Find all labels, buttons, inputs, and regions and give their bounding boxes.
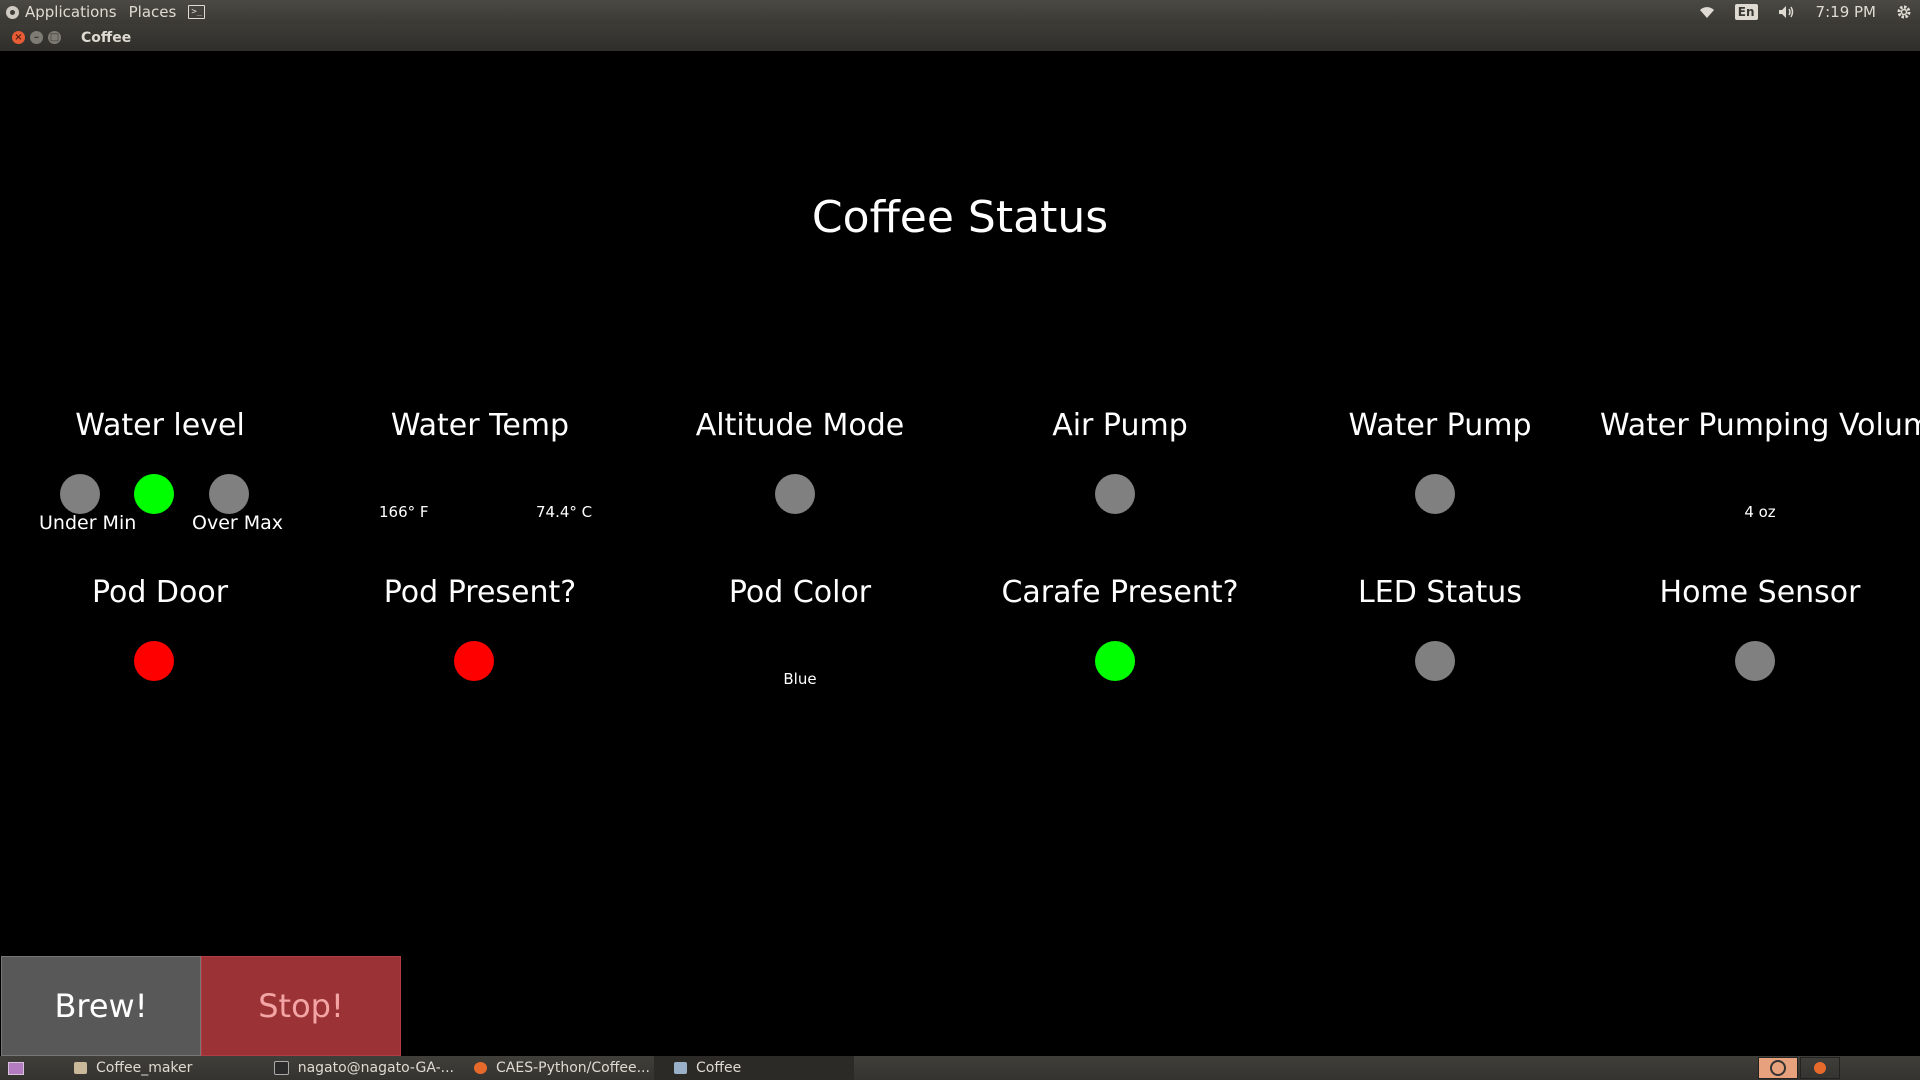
- water-pumping-volume-value: 4 oz: [1744, 503, 1776, 521]
- firefox-icon: [1814, 1062, 1826, 1074]
- system-tray: En 7:19 PM: [1679, 3, 1920, 21]
- task-label: CAES-Python/Coffee...: [496, 1060, 650, 1076]
- clock-time: 7:19 PM: [1815, 3, 1876, 21]
- water-temp-label: Water Temp: [390, 408, 570, 443]
- window-titlebar[interactable]: × – □ Coffee: [0, 24, 1920, 51]
- home-sensor-label: Home Sensor: [1659, 575, 1861, 610]
- close-icon[interactable]: ×: [12, 31, 25, 44]
- coffee-app: Coffee Status Water level Water Temp Alt…: [0, 51, 1920, 1056]
- led-status-cell: LED Status: [1280, 575, 1600, 610]
- carafe-present-cell: Carafe Present?: [960, 575, 1280, 610]
- under-min-label: Under Min: [39, 512, 137, 534]
- pod-door-cell: Pod Door: [0, 575, 320, 610]
- task-terminal[interactable]: nagato@nagato-GA-...: [254, 1056, 454, 1080]
- applications-icon: [6, 5, 19, 19]
- places-label: Places: [128, 3, 177, 21]
- pod-door-label: Pod Door: [91, 575, 229, 610]
- pod-door-indicator: [134, 641, 174, 681]
- task-label: nagato@nagato-GA-...: [297, 1060, 454, 1076]
- pod-present-indicator: [454, 641, 494, 681]
- water-level-label: Water level: [75, 408, 245, 443]
- water-pump-cell: Water Pump: [1280, 408, 1600, 443]
- water-level-ok-indicator: [134, 474, 174, 514]
- maximize-icon[interactable]: □: [48, 31, 61, 44]
- altitude-mode-label: Altitude Mode: [695, 408, 905, 443]
- brew-button[interactable]: Brew!: [1, 956, 201, 1056]
- pod-color-value: Blue: [783, 670, 817, 688]
- volume-icon[interactable]: [1778, 5, 1796, 19]
- water-level-over-max-indicator: [209, 474, 249, 514]
- top-panel: Applications Places >_ En 7:19 PM: [0, 0, 1920, 24]
- carafe-present-indicator: [1095, 641, 1135, 681]
- page-title: Coffee Status: [811, 192, 1109, 243]
- home-sensor-indicator: [1735, 641, 1775, 681]
- panel-menu: Applications Places >_: [0, 3, 217, 21]
- water-level-cell: Water level: [0, 408, 320, 443]
- home-sensor-cell: Home Sensor: [1600, 575, 1920, 610]
- clock[interactable]: 7:19 PM: [1816, 3, 1876, 21]
- water-pumping-volume-cell: Water Pumping Volume: [1600, 408, 1920, 443]
- water-pumping-volume-label: Water Pumping Volume: [1600, 408, 1920, 443]
- air-pump-label: Air Pump: [1052, 408, 1188, 443]
- wifi-icon[interactable]: [1699, 6, 1715, 19]
- taskbar: Coffee_maker nagato@nagato-GA-... CAES-P…: [0, 1056, 1920, 1080]
- terminal-launcher[interactable]: >_: [188, 5, 206, 19]
- task-coffee-maker[interactable]: Coffee_maker: [54, 1056, 254, 1080]
- task-firefox[interactable]: CAES-Python/Coffee...: [454, 1056, 654, 1080]
- air-pump-indicator: [1095, 474, 1135, 514]
- terminal-icon: >_: [188, 5, 206, 19]
- stop-button[interactable]: Stop!: [201, 956, 401, 1056]
- terminal-icon: [274, 1061, 289, 1075]
- show-desktop-icon[interactable]: [8, 1061, 24, 1075]
- workspace-switcher: [1756, 1057, 1840, 1079]
- water-level-under-min-indicator: [60, 474, 100, 514]
- firefox-icon: [474, 1062, 487, 1074]
- workspace-1[interactable]: [1758, 1057, 1798, 1079]
- pod-color-label: Pod Color: [728, 575, 872, 610]
- pod-present-cell: Pod Present?: [320, 575, 640, 610]
- workspace-icon: [1770, 1060, 1786, 1076]
- water-temp-fahrenheit: 166° F: [379, 503, 429, 521]
- carafe-present-label: Carafe Present?: [1001, 575, 1239, 610]
- keyboard-language[interactable]: En: [1734, 4, 1758, 20]
- water-temp-celsius: 74.4° C: [536, 503, 593, 521]
- workspace-2[interactable]: [1800, 1057, 1840, 1079]
- led-status-label: LED Status: [1358, 575, 1522, 610]
- applications-label: Applications: [25, 3, 117, 21]
- water-pump-label: Water Pump: [1348, 408, 1532, 443]
- window-title: Coffee: [81, 29, 132, 46]
- gear-icon[interactable]: [1896, 4, 1912, 20]
- minimize-icon[interactable]: –: [30, 31, 43, 44]
- places-menu[interactable]: Places: [129, 3, 177, 21]
- air-pump-cell: Air Pump: [960, 408, 1280, 443]
- led-status-indicator: [1415, 641, 1455, 681]
- applications-menu[interactable]: Applications: [6, 3, 117, 21]
- task-label: Coffee_maker: [96, 1060, 193, 1076]
- task-label: Coffee: [696, 1060, 742, 1076]
- python-icon: [674, 1062, 687, 1074]
- pod-color-cell: Pod Color: [640, 575, 960, 610]
- folder-icon: [74, 1062, 87, 1074]
- task-coffee[interactable]: Coffee: [654, 1056, 854, 1080]
- water-temp-cell: Water Temp: [320, 408, 640, 443]
- pod-present-label: Pod Present?: [383, 575, 577, 610]
- altitude-mode-indicator: [775, 474, 815, 514]
- language-badge: En: [1734, 4, 1758, 20]
- water-pump-indicator: [1415, 474, 1455, 514]
- altitude-mode-cell: Altitude Mode: [640, 408, 960, 443]
- over-max-label: Over Max: [192, 512, 284, 534]
